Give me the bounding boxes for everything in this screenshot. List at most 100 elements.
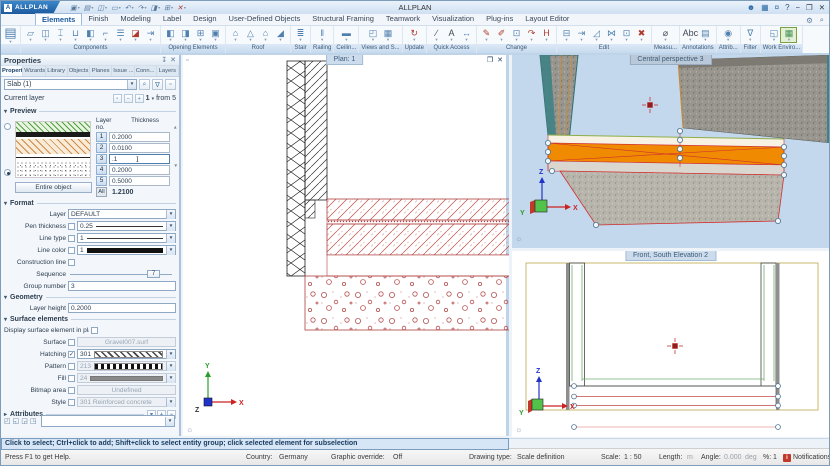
ribbon-tool-icon[interactable]: ◪▾ <box>128 28 143 42</box>
ribbon-tab[interactable]: Plug-ins <box>480 13 519 25</box>
viewport-title-elevation[interactable]: Front, South Elevation 2 <box>625 251 716 261</box>
ribbon-tool-icon[interactable]: ▬▾ <box>339 28 354 42</box>
selection-tool-icon[interactable]: ◳ <box>30 418 37 425</box>
scroll-down-icon[interactable]: ▾ <box>174 163 177 169</box>
hatching-select[interactable]: 301▾ <box>77 349 176 359</box>
style-select[interactable]: 301 Reinforced concrete▾ <box>77 397 176 407</box>
viewport-plan[interactable]: ▫ Plan: 1 ❐ ✕ <box>183 55 509 436</box>
right-wall-3d[interactable] <box>678 55 830 143</box>
angle-value[interactable]: 0.000 <box>724 454 742 461</box>
viewport-perspective[interactable]: Central perspective 3 <box>512 55 829 248</box>
chevron-down-icon[interactable]: ▾ <box>127 80 136 89</box>
layer-number-cell[interactable]: 5 <box>96 176 107 186</box>
ribbon-tool-icon[interactable]: ✐▾ <box>494 28 509 42</box>
ribbon-tool-icon[interactable]: ⌀▾ <box>658 28 673 42</box>
search-button[interactable]: ⌕ <box>139 79 150 90</box>
ribbon-tool-icon[interactable]: ⇥▾ <box>574 28 589 42</box>
ribbon-tool-icon[interactable]: ↻▾ <box>407 28 422 42</box>
render-settings-icon[interactable]: ☼ <box>515 234 522 243</box>
line-type-checkbox[interactable] <box>68 235 75 242</box>
ribbon-tool-icon[interactable]: ◰▾ <box>365 28 380 42</box>
layer-thickness-input[interactable]: 0.2000 <box>109 132 170 142</box>
selection-tool-icon[interactable]: ◲ <box>21 418 28 425</box>
pattern-select[interactable]: 213▾ <box>77 361 176 371</box>
ribbon-tool-icon[interactable]: ▱▾ <box>23 28 38 42</box>
ribbon-tool-icon[interactable]: ‖▾ <box>315 28 330 42</box>
surface-file[interactable]: Gravel007.surf <box>77 337 176 347</box>
hatching-checkbox[interactable]: ✓ <box>68 351 75 358</box>
ribbon-tab[interactable]: User-Defined Objects <box>223 13 307 25</box>
ribbon-tool-icon[interactable]: △▾ <box>243 28 258 42</box>
display-surface-checkbox[interactable] <box>91 327 98 334</box>
notifications-label[interactable]: Notifications <box>793 454 830 461</box>
panel-tab[interactable]: Wizards <box>23 66 45 76</box>
layer-number-cell[interactable]: 4 <box>96 165 107 175</box>
ribbon-tool-icon[interactable]: ◧▾ <box>163 28 178 42</box>
scale-value[interactable]: 1 : 50 <box>624 454 642 461</box>
layer-number-cell[interactable]: 2 <box>96 143 107 153</box>
ribbon-tool-icon[interactable]: ↷▾ <box>524 28 539 42</box>
pen-thickness-select[interactable]: 0.25▾ <box>77 221 176 231</box>
shop-cart-icon[interactable]: ¤ <box>775 3 779 12</box>
quick-access-icon[interactable]: ◨▾ <box>150 4 160 12</box>
notifications-icon[interactable]: i <box>783 454 791 462</box>
panel-tab[interactable]: Propert... <box>1 66 23 76</box>
ribbon-tool-icon[interactable]: A▾ <box>444 28 459 42</box>
quick-access-icon[interactable]: ◫▾ <box>97 4 107 12</box>
render-settings-icon[interactable]: ☼ <box>515 425 522 434</box>
panel-close-icon[interactable]: ✕ <box>170 56 176 64</box>
length-value[interactable]: m <box>687 454 693 461</box>
pin-icon[interactable]: ↧ <box>161 56 167 64</box>
ribbon-tool-icon[interactable]: ⋈▾ <box>604 28 619 42</box>
ribbon-tool-icon[interactable]: ⌂▾ <box>228 28 243 42</box>
ribbon-tab[interactable]: Elements <box>35 13 82 25</box>
restore-button[interactable]: ❐ <box>806 3 813 12</box>
chevron-down-icon[interactable]: ▾ <box>152 96 155 102</box>
selection-tool-icon[interactable]: ◱ <box>13 418 20 425</box>
slab-section[interactable] <box>305 199 509 330</box>
layer-thickness-input[interactable]: .1 <box>109 154 170 164</box>
ribbon-tool-icon[interactable]: ⊡▾ <box>509 28 524 42</box>
ribbon-tool-icon[interactable]: ⊟▾ <box>559 28 574 42</box>
ribbon-tab[interactable]: Design <box>187 13 222 25</box>
panel-tab[interactable]: Library <box>46 66 68 76</box>
ribbon-tool-icon[interactable]: ⌶▾ <box>53 28 68 42</box>
element-type-select[interactable]: Slab (1) ▾ <box>4 79 137 90</box>
quick-access-icon[interactable]: ↶▾ <box>125 4 134 12</box>
render-settings-icon[interactable]: ☼ <box>186 425 193 434</box>
minimize-button[interactable]: − <box>796 3 800 12</box>
viewport-close-icon[interactable]: ✕ <box>497 56 503 64</box>
ribbon-tool-icon[interactable]: ◫▾ <box>38 28 53 42</box>
pattern-checkbox[interactable] <box>68 363 75 370</box>
ribbon-tool-icon[interactable]: ∇▾ <box>743 28 758 42</box>
quick-access-icon[interactable]: ↷▾ <box>138 4 147 12</box>
layer-number-cell[interactable]: 1 <box>96 132 107 142</box>
panel-tab[interactable]: Layers <box>157 66 179 76</box>
layer-thickness-input[interactable]: 0.0100 <box>109 143 170 153</box>
user-account-icon[interactable]: ☻ <box>747 3 755 12</box>
drawing-type-value[interactable]: Scale definition <box>517 454 564 461</box>
section-surface-elements[interactable]: ▾ Surface elements <box>4 316 176 323</box>
viewport-elevation[interactable]: Front, South Elevation 2 <box>512 251 829 436</box>
chevron-down-icon[interactable]: ▾ <box>165 417 174 426</box>
ribbon-tool-icon[interactable]: ✖▾ <box>634 28 649 42</box>
entire-object-radio[interactable] <box>4 169 11 176</box>
viewport-title-perspective[interactable]: Central perspective 3 <box>629 55 711 65</box>
bitmap-area-value[interactable]: Undefined <box>77 385 176 395</box>
ribbon-tool-icon[interactable]: ◉▾ <box>721 28 736 42</box>
quick-access-icon[interactable]: ✕▾ <box>177 4 186 12</box>
ribbon-tool-icon[interactable]: ↔▾ <box>459 28 474 42</box>
ribbon-tool-icon[interactable]: Abc▾ <box>683 28 698 42</box>
sequence-slider-thumb[interactable]: 7 <box>147 270 160 278</box>
ribbon-tool-icon[interactable]: ▤▾ <box>698 28 713 42</box>
ribbon-tool-icon[interactable]: ☰▾ <box>113 28 128 42</box>
ribbon-tab[interactable]: Visualization <box>426 13 480 25</box>
scroll-up-icon[interactable]: ▾ <box>174 124 177 130</box>
ribbon-tab[interactable]: Finish <box>82 13 114 25</box>
quick-access-icon[interactable]: ▣▾ <box>70 4 80 12</box>
wall-section[interactable] <box>287 61 327 276</box>
layer-radio[interactable] <box>4 123 11 130</box>
surface-checkbox[interactable] <box>68 339 75 346</box>
ribbon-tool-icon[interactable]: ▦▾ <box>380 28 395 42</box>
ribbon-tab[interactable]: Label <box>157 13 187 25</box>
